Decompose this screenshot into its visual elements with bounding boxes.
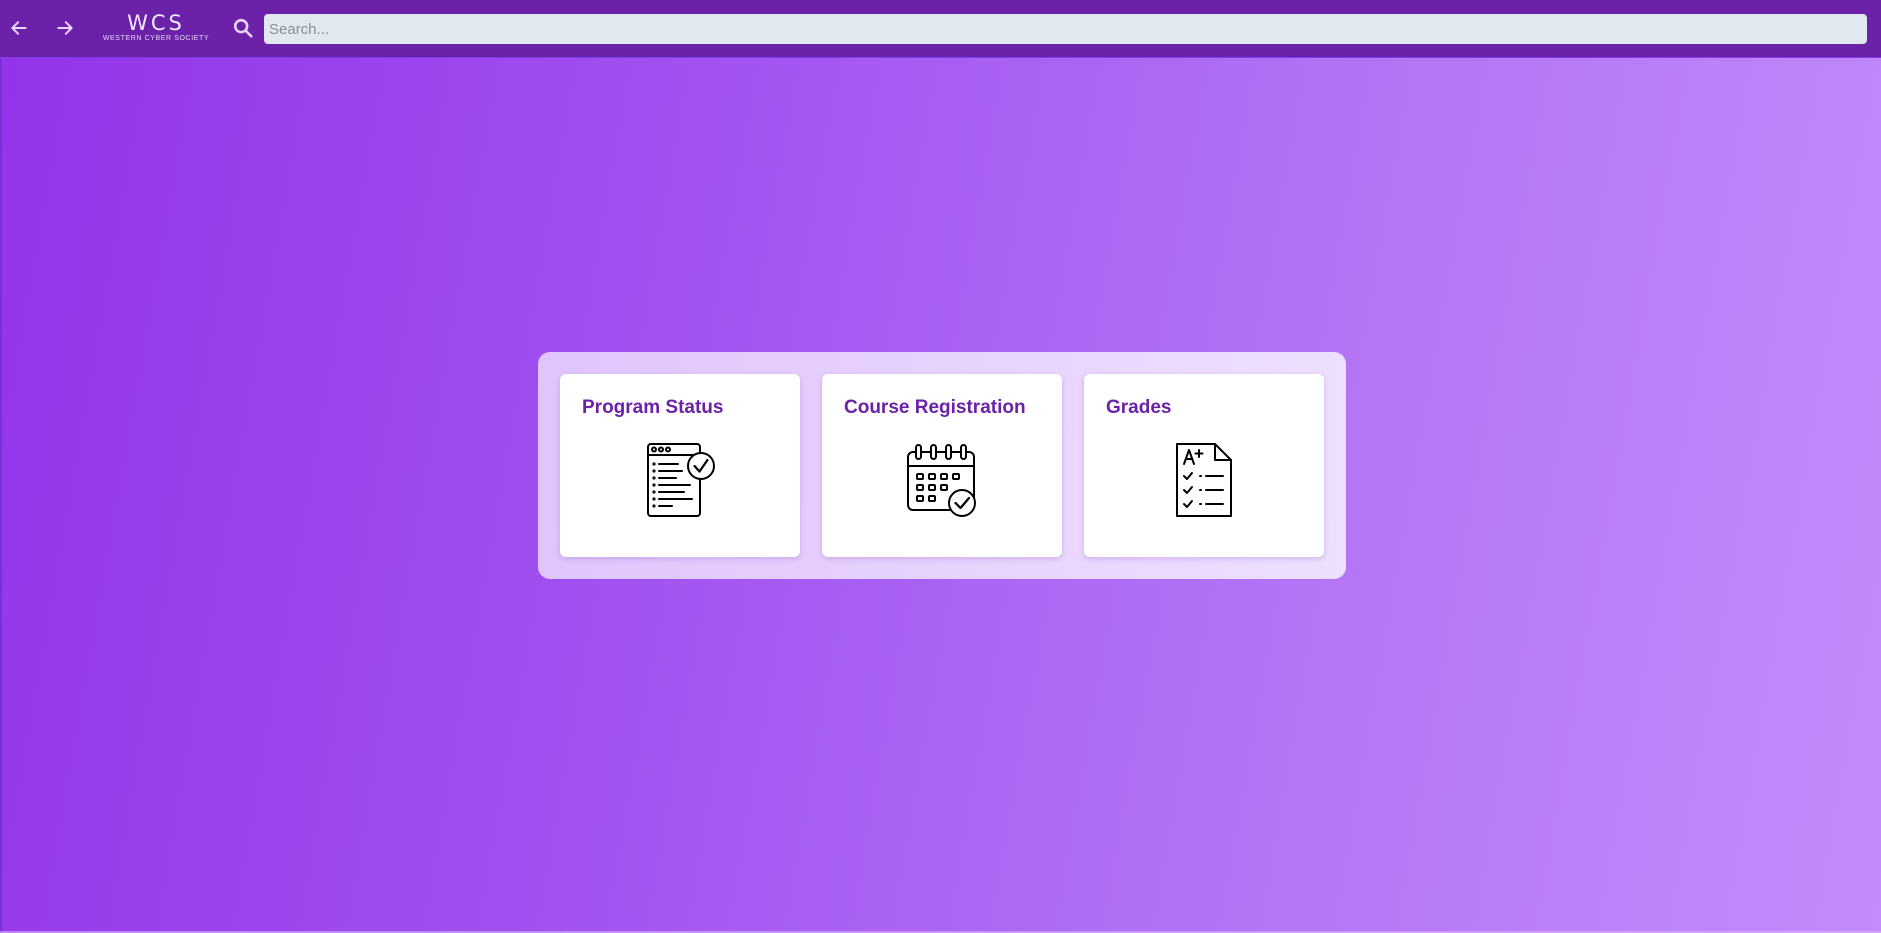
wcs-logo[interactable]: WCS WESTERN CYBER SOCIETY	[100, 12, 212, 46]
left-border	[0, 58, 2, 933]
arrow-left-icon	[11, 21, 27, 35]
dashboard-panel: Program Status Course Registration Grade…	[538, 352, 1346, 579]
grades-document-icon	[1176, 443, 1232, 517]
course-registration-card[interactable]: Course Registration	[822, 374, 1062, 557]
grades-card[interactable]: Grades	[1084, 374, 1324, 557]
program-status-card[interactable]: Program Status	[560, 374, 800, 557]
top-navigation-bar: WCS WESTERN CYBER SOCIETY	[0, 0, 1881, 58]
search-icon	[233, 18, 253, 38]
arrow-right-icon	[57, 21, 73, 35]
forward-button[interactable]	[50, 13, 80, 43]
search-input[interactable]	[264, 14, 1867, 44]
logo-mark: WCS	[127, 11, 185, 35]
back-button[interactable]	[4, 13, 34, 43]
calendar-check-icon	[907, 444, 976, 517]
logo-subtitle: WESTERN CYBER SOCIETY	[102, 35, 210, 42]
program-status-icon	[647, 443, 715, 517]
card-title: Grades	[1106, 397, 1172, 418]
card-title: Program Status	[582, 397, 724, 418]
card-title: Course Registration	[844, 397, 1026, 418]
